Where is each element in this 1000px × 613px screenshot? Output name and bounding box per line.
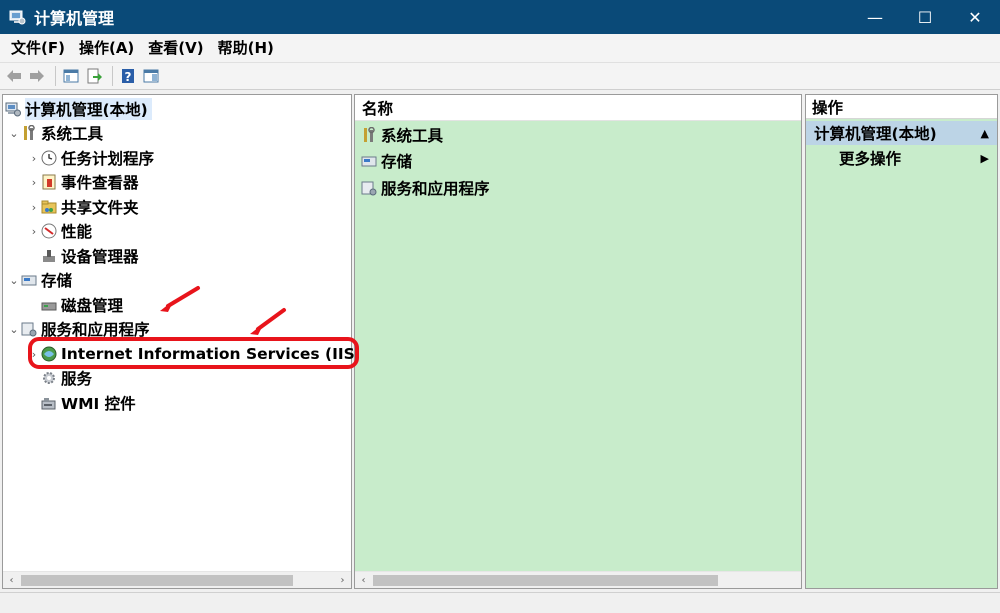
tree-horizontal-scrollbar[interactable]: ‹ ›: [3, 571, 351, 588]
tree-item-label: WMI 控件: [61, 395, 136, 413]
tree-root-label: 计算机管理(本地): [25, 98, 152, 120]
actions-pane: 操作 计算机管理(本地) ▲ 更多操作 ▶: [805, 94, 998, 589]
event-viewer-icon: [41, 174, 57, 190]
chevron-right-icon[interactable]: ›: [27, 176, 41, 189]
results-horizontal-scrollbar[interactable]: ‹: [355, 571, 801, 588]
collapse-up-icon[interactable]: ▲: [981, 127, 989, 140]
show-hide-tree-icon[interactable]: [61, 66, 81, 86]
red-arrow-icon: [250, 308, 286, 335]
toolbar: ?: [0, 62, 1000, 90]
menu-view[interactable]: 查看(V): [141, 34, 210, 62]
window-title: 计算机管理: [34, 9, 115, 28]
close-button[interactable]: ✕: [950, 0, 1000, 34]
scroll-right-icon[interactable]: ›: [334, 572, 351, 589]
status-bar: [0, 592, 1000, 613]
chevron-right-icon[interactable]: ›: [27, 225, 41, 238]
wmi-control-icon: [41, 395, 57, 411]
storage-icon: [361, 153, 377, 169]
toolbar-separator: [112, 66, 113, 86]
storage-icon: [21, 272, 37, 288]
scrollbar-thumb[interactable]: [373, 575, 718, 586]
tree-item-label: 设备管理器: [61, 248, 139, 266]
tree-item-performance[interactable]: › 性能: [27, 219, 92, 243]
tree-item-label: 服务: [61, 370, 93, 388]
tree-item-storage[interactable]: ⌄ 存储: [7, 268, 72, 292]
forward-icon[interactable]: [27, 66, 47, 86]
chevron-right-icon[interactable]: ›: [27, 201, 41, 214]
export-icon[interactable]: [84, 66, 104, 86]
menu-bar: 文件(F) 操作(A) 查看(V) 帮助(H): [0, 34, 1000, 62]
back-icon[interactable]: [4, 66, 24, 86]
tree-root[interactable]: 计算机管理(本地): [5, 97, 152, 121]
action-label: 更多操作: [839, 150, 902, 168]
menu-action[interactable]: 操作(A): [72, 34, 141, 62]
chevron-down-icon[interactable]: ⌄: [7, 274, 21, 287]
tree-item-label: 磁盘管理: [61, 297, 124, 315]
list-item-storage[interactable]: 存储: [361, 149, 412, 173]
results-pane: 名称 系统工具 存储 服务和应用程序 ‹: [354, 94, 802, 589]
chevron-right-icon[interactable]: ›: [27, 152, 41, 165]
maximize-button[interactable]: ☐: [900, 0, 950, 34]
shared-folder-icon: [41, 199, 57, 215]
tree-item-event-viewer[interactable]: › 事件查看器: [27, 170, 139, 194]
menu-file[interactable]: 文件(F): [4, 34, 72, 62]
menu-help[interactable]: 帮助(H): [211, 34, 281, 62]
scroll-left-icon[interactable]: ‹: [3, 572, 20, 589]
properties-icon[interactable]: [141, 66, 161, 86]
column-header-name[interactable]: 名称: [355, 95, 801, 121]
tree-item-device-manager[interactable]: 设备管理器: [41, 244, 139, 268]
action-more-actions[interactable]: 更多操作 ▶: [806, 146, 997, 170]
actions-group-label: 计算机管理(本地): [814, 125, 937, 143]
system-tools-icon: [361, 126, 377, 143]
help-icon[interactable]: ?: [118, 66, 138, 86]
tree-item-wmi[interactable]: WMI 控件: [41, 391, 136, 415]
tree-item-task-scheduler[interactable]: › 任务计划程序: [27, 146, 154, 170]
tree-item-disk-management[interactable]: 磁盘管理: [41, 293, 123, 317]
list-item-label: 系统工具: [381, 127, 444, 145]
list-item-label: 服务和应用程序: [381, 180, 490, 198]
submenu-arrow-icon: ▶: [980, 151, 989, 165]
clock-icon: [41, 150, 57, 166]
services-apps-icon: [21, 321, 37, 337]
system-tools-icon: [21, 124, 37, 141]
scroll-left-icon[interactable]: ‹: [355, 572, 372, 589]
title-bar: 计算机管理 — ☐ ✕: [0, 0, 1000, 34]
tree-item-label: 任务计划程序: [61, 150, 155, 168]
tree-item-label: 系统工具: [41, 125, 104, 143]
tree-item-shared-folders[interactable]: › 共享文件夹: [27, 195, 139, 219]
device-manager-icon: [41, 248, 57, 264]
svg-text:?: ?: [125, 70, 132, 84]
minimize-button[interactable]: —: [850, 0, 900, 34]
chevron-down-icon[interactable]: ⌄: [7, 127, 21, 140]
tree-item-label: 性能: [61, 223, 93, 241]
scrollbar-thumb[interactable]: [21, 575, 293, 586]
disk-management-icon: [41, 297, 57, 313]
list-item-label: 存储: [381, 153, 413, 171]
tree-item-label: 共享文件夹: [61, 199, 139, 217]
tree-item-label: 存储: [41, 272, 73, 290]
tree-item-label: 事件查看器: [61, 174, 139, 192]
chevron-down-icon[interactable]: ⌄: [7, 323, 21, 336]
tree-item-services[interactable]: 服务: [41, 366, 92, 390]
list-item-system-tools[interactable]: 系统工具: [361, 123, 443, 147]
tree-item-system-tools[interactable]: ⌄ 系统工具: [7, 121, 103, 145]
computer-management-icon: [8, 8, 26, 26]
performance-icon: [41, 223, 57, 239]
gear-icon: [41, 370, 57, 386]
computer-management-icon: [5, 101, 21, 117]
red-arrow-icon: [160, 286, 200, 312]
toolbar-separator: [55, 66, 56, 86]
actions-group-computer-management[interactable]: 计算机管理(本地) ▲: [806, 121, 997, 145]
list-item-services-apps[interactable]: 服务和应用程序: [361, 176, 490, 200]
services-apps-icon: [361, 180, 377, 196]
highlight-box: [28, 337, 359, 369]
actions-header: 操作: [806, 95, 997, 119]
